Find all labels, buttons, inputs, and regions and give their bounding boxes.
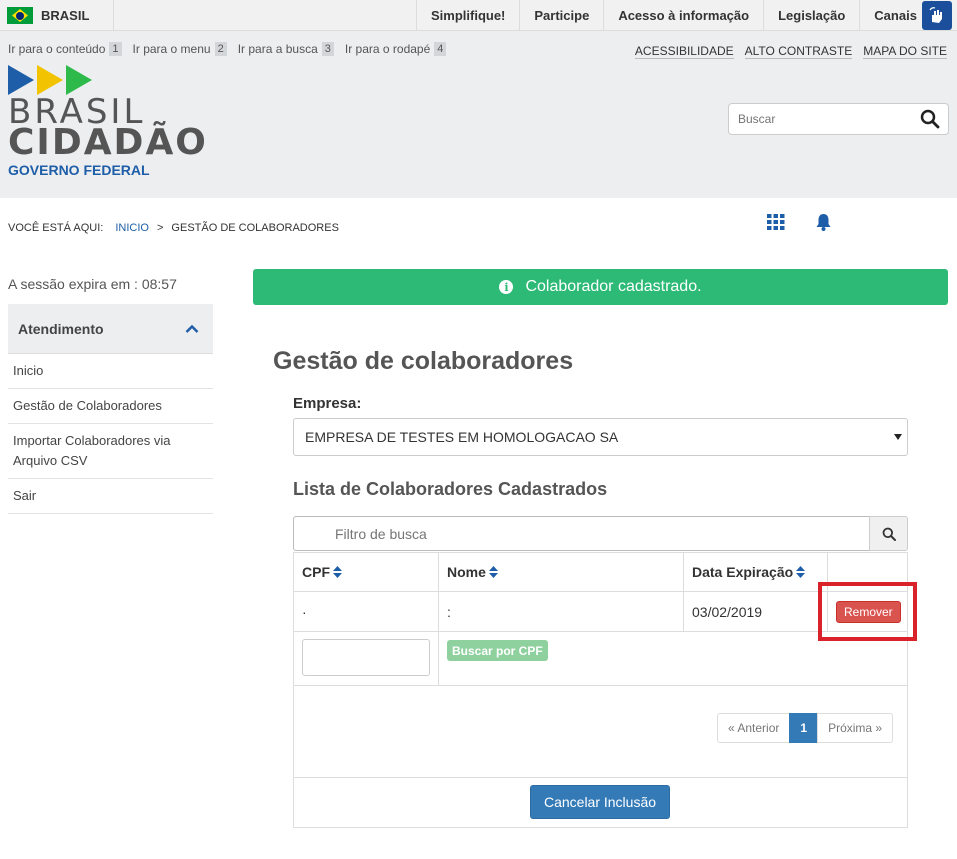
logo-arrows-icon bbox=[8, 65, 208, 95]
highlight-box bbox=[818, 582, 917, 641]
sidebar-item-gestao-colaboradores[interactable]: Gestão de Colaboradores bbox=[8, 389, 213, 424]
column-header-data-expiracao[interactable]: Data Expiração bbox=[684, 553, 828, 592]
skip-links: Ir para o conteúdo 1 Ir para o menu 2 Ir p… bbox=[8, 42, 457, 56]
link-acessibilidade[interactable]: ACESSIBILIDADE bbox=[634, 44, 734, 59]
sidebar-section-title: Atendimento bbox=[18, 320, 104, 337]
cell-nome: : bbox=[439, 592, 684, 632]
pagination-next[interactable]: Próxima » bbox=[817, 713, 894, 743]
link-legislacao[interactable]: Legislação bbox=[763, 0, 859, 31]
skip-to-footer-link[interactable]: Ir para o rodapé 4 bbox=[345, 42, 447, 56]
link-acesso-informacao[interactable]: Acesso à informação bbox=[603, 0, 763, 31]
list-title: Lista de Colaboradores Cadastrados bbox=[293, 479, 608, 499]
filter-input[interactable] bbox=[294, 517, 869, 550]
accessibility-links: ACESSIBILIDADE ALTO CONTRASTE MAPA DO SI… bbox=[624, 44, 947, 59]
column-header-nome[interactable]: Nome bbox=[439, 553, 684, 592]
pagination-previous[interactable]: « Anterior bbox=[717, 713, 791, 743]
brasil-link[interactable]: BRASIL bbox=[0, 0, 114, 31]
breadcrumb-current: GESTÃO DE COLABORADORES bbox=[171, 222, 339, 234]
search-icon bbox=[882, 527, 896, 541]
page-title: Gestão de colaboradores bbox=[273, 347, 574, 375]
filter-search-button[interactable] bbox=[869, 516, 908, 551]
sidebar-section-header[interactable]: Atendimento bbox=[8, 304, 213, 354]
brazil-flag-icon bbox=[7, 7, 33, 24]
skip-to-search-link[interactable]: Ir para a busca 3 bbox=[238, 42, 334, 56]
brasil-label: BRASIL bbox=[41, 8, 90, 23]
sidebar-menu: Atendimento Inicio Gestão de Colaborador… bbox=[8, 304, 213, 514]
cpf-input[interactable] bbox=[302, 639, 430, 676]
sort-icon bbox=[488, 566, 498, 578]
logo-text-governo-federal: GOVERNO FEDERAL bbox=[8, 162, 150, 178]
apps-grid-icon[interactable] bbox=[767, 214, 785, 233]
empresa-select[interactable]: EMPRESA DE TESTES EM HOMOLOGACAO SA bbox=[293, 418, 908, 456]
caret-down-icon bbox=[894, 434, 902, 440]
filter-box bbox=[293, 516, 870, 551]
link-mapa-do-site[interactable]: MAPA DO SITE bbox=[863, 44, 947, 59]
government-bar: BRASIL Simplifique! Participe Acesso à i… bbox=[0, 0, 957, 31]
cell-cpf: · bbox=[294, 592, 439, 632]
site-search bbox=[728, 103, 949, 135]
sort-icon bbox=[333, 566, 342, 578]
info-icon: i bbox=[499, 280, 514, 294]
site-header: Ir para o conteúdo 1 Ir para o menu 2 Ir p… bbox=[0, 31, 957, 198]
breadcrumb: VOCÊ ESTÁ AQUI: INICIO > GESTÃO DE COLAB… bbox=[8, 222, 339, 234]
sort-icon bbox=[796, 566, 806, 578]
link-participe[interactable]: Participe bbox=[519, 0, 603, 31]
breadcrumb-home-link[interactable]: INICIO bbox=[115, 222, 149, 234]
skip-to-menu-link[interactable]: Ir para o menu 2 bbox=[133, 42, 227, 56]
skip-to-content-link[interactable]: Ir para o conteúdo 1 bbox=[8, 42, 122, 56]
bell-icon[interactable] bbox=[815, 213, 832, 235]
link-alto-contraste[interactable]: ALTO CONTRASTE bbox=[744, 44, 853, 59]
column-header-cpf[interactable]: CPF bbox=[294, 553, 439, 592]
search-icon[interactable] bbox=[914, 104, 946, 134]
link-simplifique[interactable]: Simplifique! bbox=[416, 0, 519, 31]
search-input[interactable] bbox=[729, 104, 914, 134]
breadcrumb-prefix: VOCÊ ESTÁ AQUI: bbox=[8, 222, 104, 234]
hand-sign-language-icon[interactable] bbox=[922, 1, 952, 30]
sidebar-item-sair[interactable]: Sair bbox=[8, 479, 213, 514]
brasil-cidadao-logo[interactable]: BRASIL CIDADÃO GOVERNO FEDERAL bbox=[8, 65, 208, 178]
search-by-cpf-button[interactable]: Buscar por CPF bbox=[447, 640, 548, 661]
pagination: « Anterior 1 Próxima » bbox=[717, 713, 894, 743]
cancel-inclusion-button[interactable]: Cancelar Inclusão bbox=[530, 785, 670, 819]
chevron-up-icon bbox=[185, 324, 199, 333]
cell-data-expiracao: 03/02/2019 bbox=[684, 592, 828, 632]
empresa-label: Empresa: bbox=[293, 395, 362, 412]
session-timer: A sessão expira em : 08:57 bbox=[8, 276, 177, 292]
alert-message: Colaborador cadastrado. bbox=[525, 278, 702, 295]
logo-text-cidadao: CIDADÃO bbox=[8, 122, 208, 163]
sidebar-item-importar-csv[interactable]: Importar Colaboradores via Arquivo CSV bbox=[8, 424, 213, 479]
pagination-page-1[interactable]: 1 bbox=[789, 713, 819, 743]
success-alert: i Colaborador cadastrado. bbox=[253, 269, 948, 305]
government-links: Simplifique! Participe Acesso à informaç… bbox=[416, 0, 932, 31]
breadcrumb-separator: > bbox=[156, 222, 164, 234]
empresa-selected-value: EMPRESA DE TESTES EM HOMOLOGACAO SA bbox=[305, 429, 619, 445]
sidebar-item-inicio[interactable]: Inicio bbox=[8, 354, 213, 389]
